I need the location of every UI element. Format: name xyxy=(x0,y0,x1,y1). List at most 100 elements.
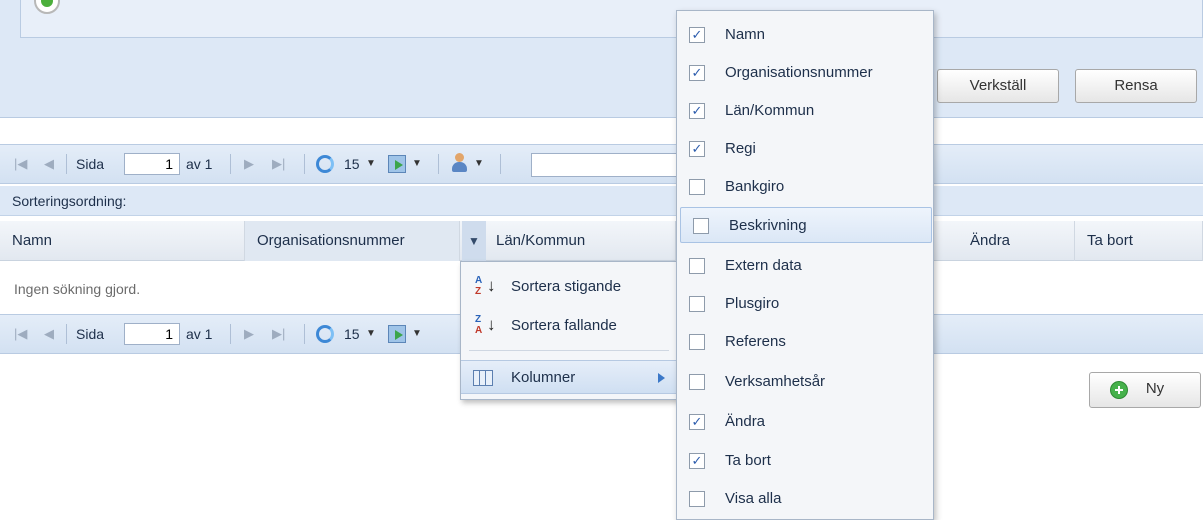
column-toggle-item[interactable]: Beskrivning xyxy=(680,207,932,243)
column-menu-trigger-icon[interactable]: ▼ xyxy=(462,221,486,261)
checkbox[interactable]: ✓ xyxy=(689,141,705,157)
toolbar-divider xyxy=(230,324,231,344)
toolbar-divider xyxy=(500,154,501,174)
first-page-icon[interactable]: |◀ xyxy=(14,145,27,183)
column-toggle-label: Ändra xyxy=(725,413,766,430)
chevron-down-icon: ▼ xyxy=(412,158,422,169)
column-header-lan[interactable]: Län/Kommun xyxy=(484,221,676,261)
prev-page-icon[interactable]: ◀ xyxy=(44,145,54,183)
add-circle-icon xyxy=(1110,381,1128,399)
column-toggle-item[interactable]: ✓ Län/Kommun xyxy=(677,93,933,129)
column-toggle-label: Beskrivning xyxy=(729,217,807,234)
sort-order-row: Sorteringsordning: xyxy=(0,186,1203,216)
toolbar-divider xyxy=(66,324,67,344)
checkbox[interactable] xyxy=(689,296,705,312)
checkbox[interactable] xyxy=(689,179,705,195)
page-count-label: av 1 xyxy=(186,156,213,172)
checkbox[interactable] xyxy=(689,491,705,507)
column-header-namn[interactable]: Namn xyxy=(0,221,245,261)
columns-menu-item[interactable]: Kolumner xyxy=(461,360,677,394)
quick-search-input[interactable] xyxy=(531,153,681,177)
column-toggle-item[interactable]: ✓ Organisationsnummer xyxy=(677,55,933,91)
checkbox[interactable] xyxy=(689,258,705,274)
menu-item-label: Sortera stigande xyxy=(511,278,622,295)
chevron-down-icon: ▼ xyxy=(366,158,376,169)
page-count-label: av 1 xyxy=(186,326,213,342)
sort-descending-item[interactable]: Z A ↓ Sortera fallande xyxy=(461,309,677,343)
column-toggle-item[interactable]: ✓ Regi xyxy=(677,131,933,167)
column-header-org[interactable]: Organisationsnummer xyxy=(245,221,460,261)
toolbar-divider xyxy=(66,154,67,174)
empty-grid-text: Ingen sökning gjord. xyxy=(14,281,141,297)
chevron-down-icon: ▼ xyxy=(474,158,484,169)
checkbox[interactable]: ✓ xyxy=(689,414,705,430)
toolbar-divider xyxy=(304,154,305,174)
checkbox[interactable]: ✓ xyxy=(689,453,705,469)
search-panel: Verkställ Rensa xyxy=(0,0,1203,118)
column-toggle-label: Län/Kommun xyxy=(725,102,815,119)
column-toggle-item[interactable]: ✓ Ta bort xyxy=(677,443,933,479)
last-page-icon[interactable]: ▶| xyxy=(272,145,285,183)
column-toggle-label: Organisationsnummer xyxy=(725,64,873,81)
page-label: Sida xyxy=(76,156,105,172)
checkbox[interactable]: ✓ xyxy=(689,27,705,43)
column-header-tabort[interactable]: Ta bort xyxy=(1075,221,1203,261)
chevron-down-icon: ▼ xyxy=(366,328,376,339)
checkbox[interactable]: ✓ xyxy=(689,103,705,119)
apply-button[interactable]: Verkställ xyxy=(937,69,1059,103)
chevron-down-icon: ▼ xyxy=(412,328,422,339)
export-icon[interactable] xyxy=(388,155,406,173)
page-number-input[interactable] xyxy=(124,153,180,175)
clear-button[interactable]: Rensa xyxy=(1075,69,1197,103)
column-toggle-item[interactable]: ✓ Ändra xyxy=(677,404,933,440)
column-toggle-item[interactable]: Verksamhetsår xyxy=(677,364,933,400)
page-number-input[interactable] xyxy=(124,323,180,345)
column-toggle-label: Extern data xyxy=(725,257,802,274)
column-toggle-label: Plusgiro xyxy=(725,295,780,312)
sort-ascending-icon: A Z ↓ xyxy=(475,275,496,297)
column-context-menu: A Z ↓ Sortera stigande Z A ↓ Sortera falland… xyxy=(460,261,678,400)
column-toggle-item[interactable]: Referens xyxy=(677,324,933,360)
column-toggle-label: Namn xyxy=(725,26,766,43)
search-fields-area xyxy=(20,0,1203,38)
checkbox[interactable] xyxy=(689,334,705,350)
column-toggle-item[interactable]: Bankgiro xyxy=(677,169,933,205)
column-toggle-label: Referens xyxy=(725,333,786,350)
submenu-arrow-icon xyxy=(658,373,665,383)
checkbox[interactable] xyxy=(693,218,709,234)
new-button[interactable]: Ny xyxy=(1089,372,1201,408)
checkbox[interactable] xyxy=(689,374,705,390)
export-icon[interactable] xyxy=(388,325,406,343)
last-page-icon[interactable]: ▶| xyxy=(272,315,285,353)
page-size-selector[interactable]: 15 xyxy=(344,315,360,353)
column-toggle-item[interactable]: Plusgiro xyxy=(677,286,933,322)
column-header-andra[interactable]: Ändra xyxy=(958,221,1075,261)
menu-item-label: Sortera fallande xyxy=(511,317,617,334)
user-icon[interactable] xyxy=(450,153,468,173)
page-label: Sida xyxy=(76,326,105,342)
sort-ascending-item[interactable]: A Z ↓ Sortera stigande xyxy=(461,270,677,304)
toolbar-divider xyxy=(304,324,305,344)
next-page-icon[interactable]: ▶ xyxy=(244,315,254,353)
sort-order-label: Sorteringsordning: xyxy=(12,193,127,209)
page-size-selector[interactable]: 15 xyxy=(344,145,360,183)
column-toggle-item[interactable]: ✓ Namn xyxy=(677,17,933,53)
column-toggle-label: Visa alla xyxy=(725,490,782,507)
toolbar-divider xyxy=(438,154,439,174)
toolbar-divider xyxy=(230,154,231,174)
menu-item-label: Kolumner xyxy=(511,369,576,386)
paging-toolbar-top: |◀ ◀ Sida av 1 ▶ ▶| 15 ▼ ▼ ▼ xyxy=(0,144,1203,184)
next-page-icon[interactable]: ▶ xyxy=(244,145,254,183)
first-page-icon[interactable]: |◀ xyxy=(14,315,27,353)
refresh-icon[interactable] xyxy=(316,155,334,173)
column-toggle-label: Verksamhetsår xyxy=(725,373,826,390)
refresh-icon[interactable] xyxy=(316,325,334,343)
grid-header: Namn Organisationsnummer Län/Kommun Ändr… xyxy=(0,221,1203,261)
column-toggle-label: Ta bort xyxy=(725,452,771,469)
columns-icon xyxy=(473,370,493,386)
column-toggle-item[interactable]: Extern data xyxy=(677,248,933,284)
prev-page-icon[interactable]: ◀ xyxy=(44,315,54,353)
column-toggle-item[interactable]: Visa alla xyxy=(677,481,933,517)
checkbox[interactable]: ✓ xyxy=(689,65,705,81)
column-toggle-label: Regi xyxy=(725,140,756,157)
